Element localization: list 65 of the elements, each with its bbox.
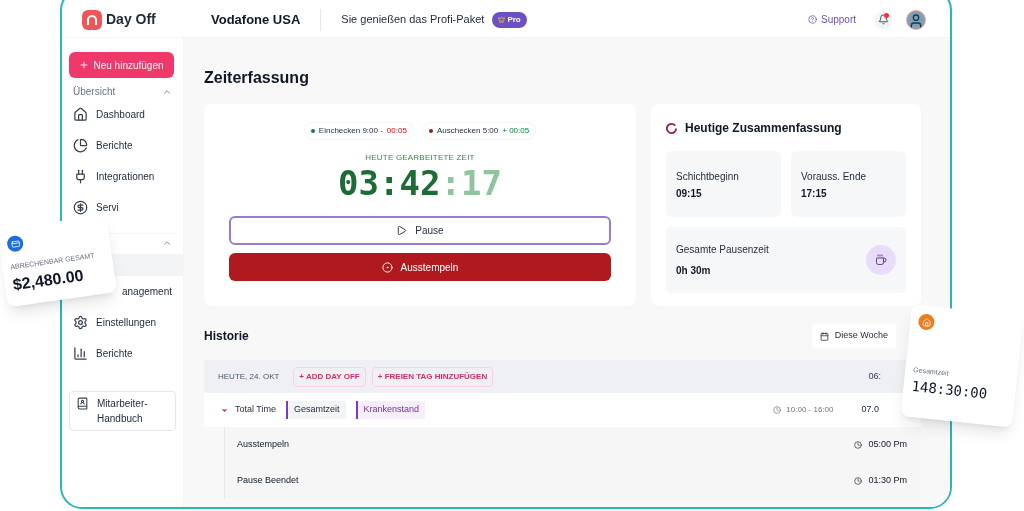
play-icon <box>396 225 408 236</box>
entry-time: 05:00 Pm <box>868 438 907 452</box>
card-value: 148:30:00 <box>910 376 989 404</box>
pie-chart-icon <box>73 138 88 153</box>
summary-title: Heutige Zusammenfassung <box>685 120 842 137</box>
page-title: Zeiterfassung <box>204 68 310 88</box>
week-filter-button[interactable]: Diese Woche <box>811 324 896 348</box>
clock-out-button[interactable]: Ausstempeln <box>229 253 611 281</box>
group-total: 07.0 <box>861 403 879 417</box>
support-link[interactable]: Support <box>820 12 856 27</box>
tile-label: Gesamte Pausenzeit <box>676 243 769 257</box>
section-title: Übersicht <box>73 85 116 99</box>
tile-label: Schichtbeginn <box>676 170 740 184</box>
sidebar-item[interactable]: anagement <box>121 284 172 299</box>
logo-icon <box>82 9 102 30</box>
target-icon <box>381 261 393 273</box>
plus-icon <box>79 60 90 70</box>
pause-button[interactable]: Pause <box>229 216 611 245</box>
day-total: 06: <box>868 369 881 383</box>
sidebar-item[interactable]: Berichte <box>96 138 133 153</box>
entry-time: 01:30 Pm <box>868 474 907 488</box>
add-day-button[interactable]: + FREIEN TAG HINZUFÜGEN <box>371 366 494 387</box>
sidebar-item[interactable]: Einstellungen <box>96 315 157 330</box>
spinner-icon <box>666 122 677 134</box>
house-icon <box>917 313 936 331</box>
tag: Gesamtzeit <box>286 401 346 419</box>
coffee-icon <box>866 245 896 275</box>
entry-label: Ausstempeln <box>237 438 290 452</box>
date-label: HEUTE, 24. OKT <box>218 370 280 383</box>
plug-icon <box>73 169 88 184</box>
clock-icon <box>854 477 863 485</box>
clock-icon <box>854 441 863 449</box>
section-title: Historie <box>204 328 249 345</box>
book-icon <box>76 397 89 410</box>
elapsed-time: 03:42:17 <box>338 164 502 202</box>
calendar-icon <box>819 331 829 341</box>
sidebar-item[interactable]: Servi <box>96 200 119 215</box>
house-icon <box>73 107 88 122</box>
clock-icon <box>773 406 782 414</box>
tile-value: 0h 30m <box>676 264 712 278</box>
sidebar-item[interactable]: Berichte <box>96 346 133 361</box>
gear-icon <box>73 315 88 330</box>
tag: Krankenstand <box>355 401 426 419</box>
help-icon <box>807 15 817 24</box>
timer-caption: HEUTE GEARBEITETE ZEIT <box>365 152 475 164</box>
sidebar-item[interactable]: Integrationen <box>96 169 155 184</box>
entry-label: Pause Beendet <box>237 474 299 488</box>
bar-chart-icon <box>73 346 88 361</box>
company-name: Vodafone USA <box>211 10 301 29</box>
tile-label: Vorauss. Ende <box>801 170 868 184</box>
tile-value: 17:15 <box>801 187 828 201</box>
notification-button[interactable] <box>874 10 892 29</box>
dollar-circle-icon <box>73 200 88 215</box>
handbook-card[interactable]: Mitarbeiter-Handbuch <box>69 391 176 431</box>
avatar[interactable] <box>906 9 926 30</box>
pro-badge: Pro <box>492 11 527 28</box>
new-button[interactable]: Neu hinzufügen <box>69 52 174 78</box>
plan-text: Sie genießen das Profi-Paket <box>341 12 485 28</box>
time-range: 10:00 - 16:00 <box>786 404 834 416</box>
tile-value: 09:15 <box>676 187 703 201</box>
sidebar-item[interactable]: Dashboard <box>96 107 145 122</box>
card-icon <box>6 234 25 253</box>
group-label: Total Time <box>235 403 276 417</box>
brand-name: Day Off <box>106 10 156 29</box>
add-day-button[interactable]: + ADD DAY OFF <box>293 366 366 387</box>
